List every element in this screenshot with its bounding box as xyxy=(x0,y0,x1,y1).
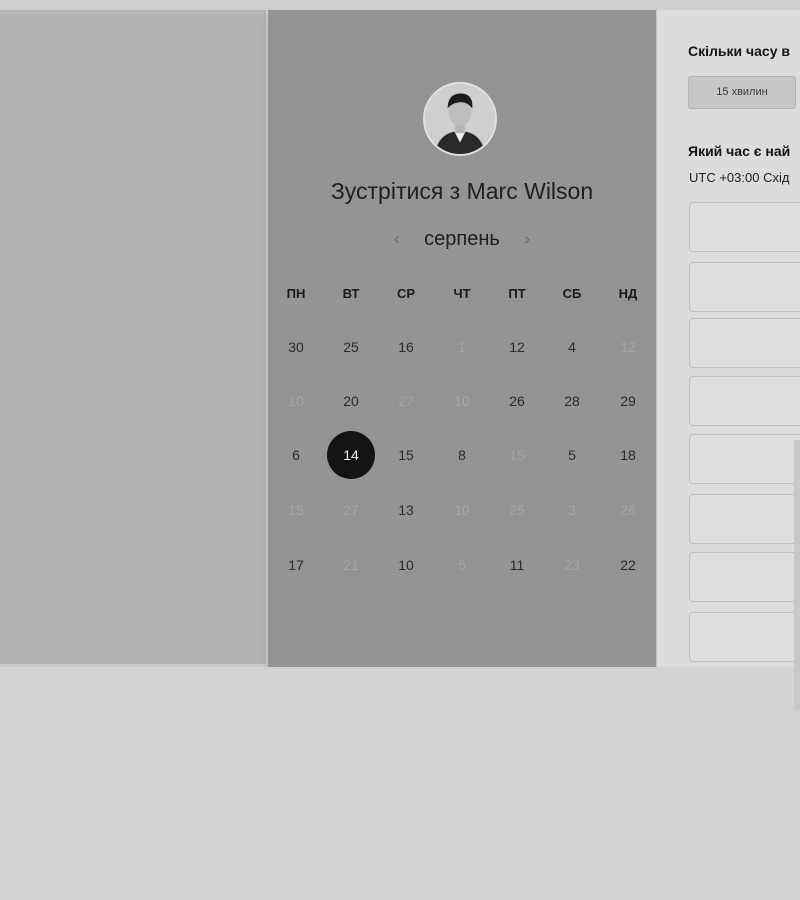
calendar-day[interactable]: 5 xyxy=(548,431,596,479)
calendar-day[interactable]: 20 xyxy=(327,377,375,425)
calendar-panel: Зустрітися з Marc Wilson ‹ серпень › ПН … xyxy=(268,10,656,667)
weekday-mon: ПН xyxy=(286,286,306,301)
calendar-day[interactable]: 30 xyxy=(272,323,320,371)
booking-panel: Скільки часу в 15 хвилин Який час є най … xyxy=(657,10,800,667)
time-slot[interactable] xyxy=(689,434,800,484)
month-navigation: ‹ серпень › xyxy=(268,226,656,256)
next-month-button[interactable]: › xyxy=(516,226,538,252)
calendar-day[interactable]: 15 xyxy=(382,431,430,479)
month-label: серпень xyxy=(424,227,500,250)
calendar-day[interactable]: 6 xyxy=(272,431,320,479)
calendar-day-selected[interactable]: 14 xyxy=(327,431,375,479)
calendar-day: 27 xyxy=(343,502,359,518)
calendar-day: 3 xyxy=(568,502,576,518)
calendar-day: 10 xyxy=(454,502,470,518)
calendar-day[interactable]: 8 xyxy=(438,431,486,479)
time-question: Який час є най xyxy=(688,143,791,159)
timezone-label[interactable]: UTC +03:00 Схід xyxy=(689,170,789,185)
calendar-day[interactable]: 13 xyxy=(382,486,430,534)
time-slot[interactable] xyxy=(689,612,800,662)
time-slot[interactable] xyxy=(689,552,800,602)
time-slot[interactable] xyxy=(689,202,800,252)
calendar-day: 1 xyxy=(458,339,466,355)
calendar-day: 26 xyxy=(620,502,636,518)
calendar-day[interactable]: 12 xyxy=(493,323,541,371)
calendar-day[interactable]: 16 xyxy=(382,323,430,371)
weekday-sun: НД xyxy=(618,286,638,301)
calendar-day[interactable]: 29 xyxy=(604,377,652,425)
calendar-day: 27 xyxy=(398,393,414,409)
weekday-sat: СБ xyxy=(562,286,582,301)
time-slot[interactable] xyxy=(689,318,800,368)
weekday-wed: СР xyxy=(396,286,416,301)
weekday-tue: ВТ xyxy=(342,286,360,301)
host-avatar xyxy=(423,82,497,156)
time-slot[interactable] xyxy=(689,494,800,544)
duration-question: Скільки часу в xyxy=(688,43,790,59)
calendar-day[interactable]: 10 xyxy=(382,541,430,589)
calendar-day[interactable]: 17 xyxy=(272,541,320,589)
calendar-day: 10 xyxy=(454,393,470,409)
calendar-day: 15 xyxy=(509,447,525,463)
calendar-day: 15 xyxy=(288,502,304,518)
calendar-day[interactable]: 28 xyxy=(548,377,596,425)
weekday-fri: ПТ xyxy=(508,286,526,301)
time-slot[interactable] xyxy=(689,376,800,426)
scroll-edge xyxy=(794,440,800,710)
calendar-day[interactable]: 22 xyxy=(604,541,652,589)
prev-month-button[interactable]: ‹ xyxy=(386,226,408,252)
time-slot[interactable] xyxy=(689,262,800,312)
calendar-day: 5 xyxy=(458,557,466,573)
meet-title: Зустрітися з Marc Wilson xyxy=(330,178,594,204)
calendar-day[interactable]: 4 xyxy=(548,323,596,371)
calendar-day[interactable]: 11 xyxy=(493,541,541,589)
calendar-day: 23 xyxy=(564,557,580,573)
calendar-day: 12 xyxy=(620,339,636,355)
page-background xyxy=(0,667,800,900)
duration-option-15[interactable]: 15 хвилин xyxy=(688,76,796,109)
calendar-day[interactable]: 25 xyxy=(327,323,375,371)
calendar-day: 21 xyxy=(343,557,359,573)
calendar-day: 25 xyxy=(509,502,525,518)
calendar-day[interactable]: 18 xyxy=(604,431,652,479)
weekday-thu: ЧТ xyxy=(453,286,471,301)
left-background-panel xyxy=(0,10,266,672)
calendar-day[interactable]: 26 xyxy=(493,377,541,425)
calendar-day: 10 xyxy=(288,393,304,409)
host-photo-icon xyxy=(425,84,495,154)
